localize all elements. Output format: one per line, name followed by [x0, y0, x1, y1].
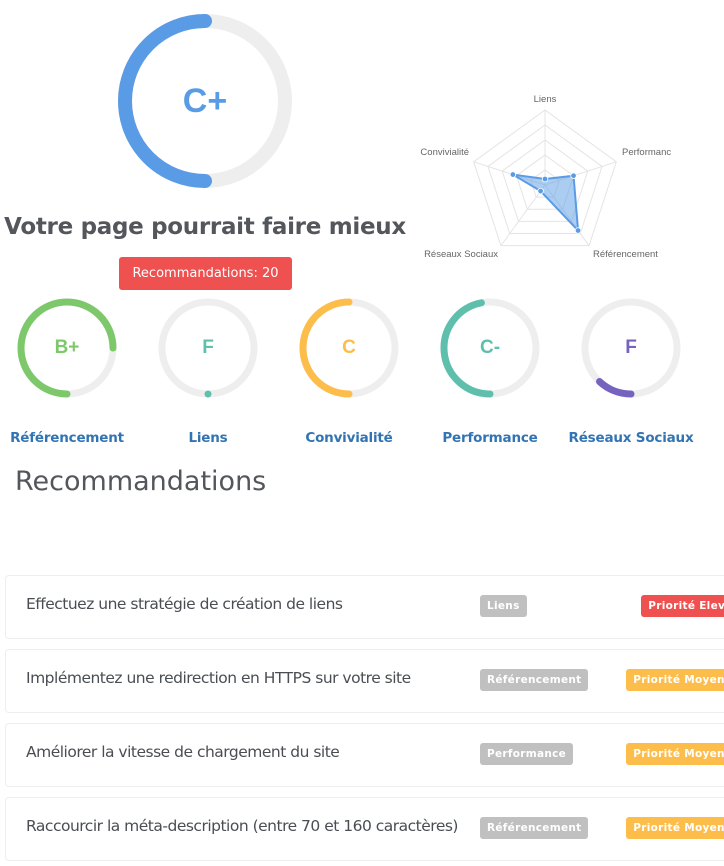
- radar-point-performanc[interactable]: [570, 172, 577, 179]
- category-tag: Performance: [480, 743, 574, 765]
- recommendations-count-badge[interactable]: Recommandations: 20: [119, 257, 292, 290]
- priority-badge: Priorité Moyenne: [626, 817, 724, 839]
- category-gauge: F: [579, 296, 683, 400]
- category-convivialite[interactable]: C Convivialité: [279, 296, 419, 446]
- radar-axis-label: Performanc: [622, 147, 671, 158]
- radar-chart: Liens Performanc Référencement Réseaux Soci…: [410, 88, 690, 268]
- radar-point-liens[interactable]: [541, 175, 549, 183]
- radar-axis-label: Référencement: [593, 249, 658, 260]
- radar-series-area: [512, 173, 580, 234]
- category-label[interactable]: Performance: [420, 430, 560, 446]
- recommendation-item[interactable]: Améliorer la vitesse de chargement du si…: [5, 723, 724, 787]
- overall-score-gauge: C+: [115, 11, 295, 191]
- category-grade: F: [625, 337, 637, 358]
- category-referencement[interactable]: B+ Référencement: [0, 296, 137, 446]
- recommendation-title[interactable]: Effectuez une stratégie de création de l…: [26, 595, 343, 613]
- category-performance[interactable]: C- Performance: [420, 296, 560, 446]
- recommendation-item[interactable]: Raccourcir la méta-description (entre 70…: [5, 797, 724, 861]
- radar-point-référencement[interactable]: [574, 227, 582, 234]
- category-grade: B+: [54, 337, 80, 358]
- category-gauge: C-: [438, 296, 542, 400]
- category-grade: F: [202, 337, 214, 358]
- recommendation-title[interactable]: Raccourcir la méta-description (entre 70…: [26, 817, 458, 835]
- radar-series: [509, 171, 582, 234]
- category-liens[interactable]: F Liens: [138, 296, 278, 446]
- category-tag: Référencement: [480, 669, 589, 691]
- page-headline: Votre page pourrait faire mieux: [4, 214, 406, 240]
- recommendation-item[interactable]: Effectuez une stratégie de création de l…: [5, 575, 724, 639]
- radar-point-réseaux-sociaux[interactable]: [537, 187, 544, 195]
- category-scores: B+ Référencement F Liens C Convivialité: [0, 296, 724, 456]
- category-gauge: C: [297, 296, 401, 400]
- priority-badge: Priorité Elevée: [641, 595, 724, 617]
- recommendation-title[interactable]: Améliorer la vitesse de chargement du si…: [26, 743, 340, 761]
- category-label[interactable]: Référencement: [0, 430, 137, 446]
- category-label[interactable]: Réseaux Sociaux: [561, 430, 701, 446]
- category-label[interactable]: Convivialité: [279, 430, 419, 446]
- recommendation-item[interactable]: Implémentez une redirection en HTTPS sur…: [5, 649, 724, 713]
- radar-point-convivialité[interactable]: [509, 171, 517, 178]
- recommendations-heading: Recommandations: [15, 466, 267, 497]
- category-reseaux-sociaux[interactable]: F Réseaux Sociaux: [561, 296, 701, 446]
- recommendation-title[interactable]: Implémentez une redirection en HTTPS sur…: [26, 669, 411, 687]
- radar-axis-label: Convivialité: [420, 147, 469, 158]
- radar-axis-label: Liens: [534, 94, 557, 105]
- recommendations-list: Effectuez une stratégie de création de l…: [5, 575, 724, 866]
- radar-chart-svg: Liens Performanc Référencement Réseaux Soci…: [420, 94, 671, 260]
- radar-axis-label: Réseaux Sociaux: [424, 249, 498, 260]
- category-gauge: B+: [15, 296, 119, 400]
- category-label[interactable]: Liens: [138, 430, 278, 446]
- overall-grade: C+: [182, 81, 228, 120]
- category-tag: Liens: [480, 595, 527, 617]
- category-gauge: F: [156, 296, 260, 400]
- category-grade: C-: [479, 337, 501, 358]
- priority-badge: Priorité Moyenne: [626, 743, 724, 765]
- category-grade: C: [342, 337, 356, 358]
- category-tag: Référencement: [480, 817, 589, 839]
- priority-badge: Priorité Moyenne: [626, 669, 724, 691]
